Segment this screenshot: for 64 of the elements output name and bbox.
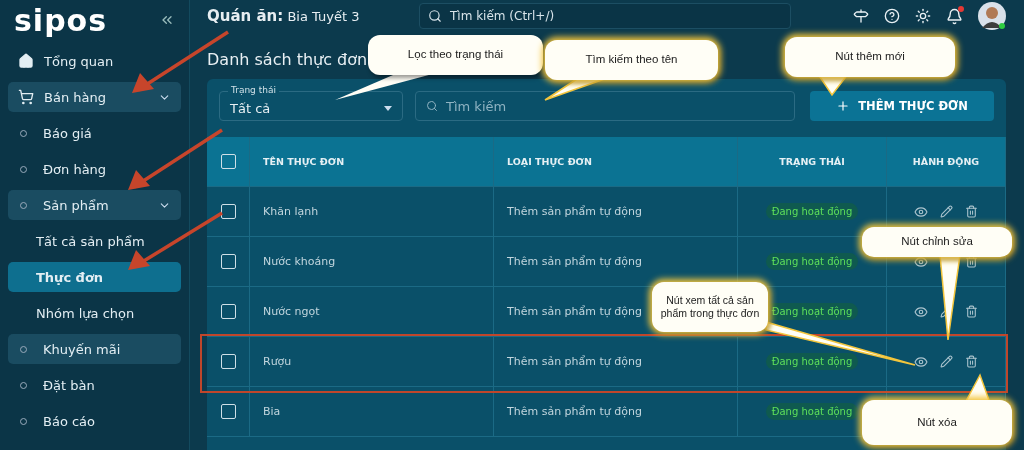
checkbox[interactable]	[220, 354, 236, 369]
view-icon[interactable]	[914, 304, 928, 319]
column-header: TRẠNG THÁI	[738, 137, 887, 187]
table-cell: Rượu	[250, 337, 494, 387]
home-icon	[18, 53, 34, 69]
sidebar-item[interactable]: Báo cáo	[8, 406, 181, 436]
table-cell: Nước ngọt	[250, 287, 494, 337]
sidebar-item[interactable]: Đặt bàn	[8, 370, 181, 400]
edit-icon[interactable]	[940, 354, 953, 368]
delete-icon[interactable]	[965, 354, 978, 368]
search-icon	[428, 9, 442, 23]
cart-icon	[18, 89, 34, 105]
status-badge: Đang hoạt động	[765, 303, 859, 320]
sidebar-item[interactable]: Đơn hàng	[8, 154, 181, 184]
store-name: Quán ăn: Bia Tuyết 3	[207, 7, 361, 25]
edit-icon[interactable]	[940, 204, 953, 218]
sidebar-item[interactable]: Bán hàng	[8, 82, 181, 112]
field-label: Trạng thái	[228, 85, 279, 95]
status-badge: Đang hoạt động	[765, 353, 859, 370]
status-badge: Đang hoạt động	[765, 253, 859, 270]
checkbox[interactable]	[220, 154, 236, 169]
table-cell: Thêm sản phẩm tự động	[494, 387, 738, 437]
view-icon[interactable]	[914, 254, 928, 269]
checkbox[interactable]	[220, 404, 236, 419]
plus-icon	[836, 99, 851, 113]
table-cell: Thêm sản phẩm tự động	[494, 337, 738, 387]
notification-icon[interactable]	[946, 7, 963, 25]
sidebar-item[interactable]: Tổng quan	[8, 46, 181, 76]
view-icon[interactable]	[914, 204, 928, 219]
checkbox[interactable]	[220, 204, 236, 219]
column-header: HÀNH ĐỘNG	[887, 137, 1006, 187]
logo: sipos	[14, 2, 108, 38]
delete-icon[interactable]	[965, 304, 978, 318]
signpost-icon[interactable]	[853, 8, 869, 24]
checkbox[interactable]	[220, 304, 236, 319]
table-cell: Nước khoáng	[250, 237, 494, 287]
sidebar-item[interactable]: Sản phẩm	[8, 190, 181, 220]
sidebar-item[interactable]: Thực đơn	[8, 262, 181, 292]
status-badge: Đang hoạt động	[765, 203, 859, 220]
table-cell: Thêm sản phẩm tự động	[494, 187, 738, 237]
delete-icon[interactable]	[965, 254, 978, 268]
caret-icon[interactable]	[384, 105, 392, 111]
sidebar-item[interactable]: Nhóm lựa chọn	[8, 298, 181, 328]
search-field[interactable]: Tìm kiếm (Ctrl+/)	[419, 3, 791, 29]
help-icon[interactable]	[884, 8, 900, 24]
sidebar-item[interactable]: Báo giá	[8, 118, 181, 148]
column-header: TÊN THỰC ĐƠN	[250, 137, 494, 187]
page-title: Danh sách thực đơn	[207, 50, 368, 69]
avatar[interactable]	[978, 2, 1006, 30]
view-icon[interactable]	[914, 354, 928, 369]
status-badge: Đang hoạt động	[765, 403, 859, 420]
sidebar-item[interactable]: Khuyến mãi	[8, 334, 181, 364]
checkbox[interactable]	[220, 254, 236, 269]
add-menu-button[interactable]: THÊM THỰC ĐƠN	[810, 91, 994, 121]
table-cell: Bia	[250, 387, 494, 437]
theme-icon[interactable]	[915, 8, 931, 24]
delete-icon[interactable]	[965, 204, 978, 218]
column-header: LOẠI THỰC ĐƠN	[494, 137, 738, 187]
search-field[interactable]: Tìm kiếm	[415, 91, 795, 121]
table-cell: Khăn lạnh	[250, 187, 494, 237]
search-icon	[426, 100, 438, 112]
callout: Nút xem tất cả sản phẩm trong thực đơn	[652, 282, 768, 332]
sidebar-item[interactable]: Tất cả sản phẩm	[8, 226, 181, 256]
table-cell: Thêm sản phẩm tự động	[494, 237, 738, 287]
